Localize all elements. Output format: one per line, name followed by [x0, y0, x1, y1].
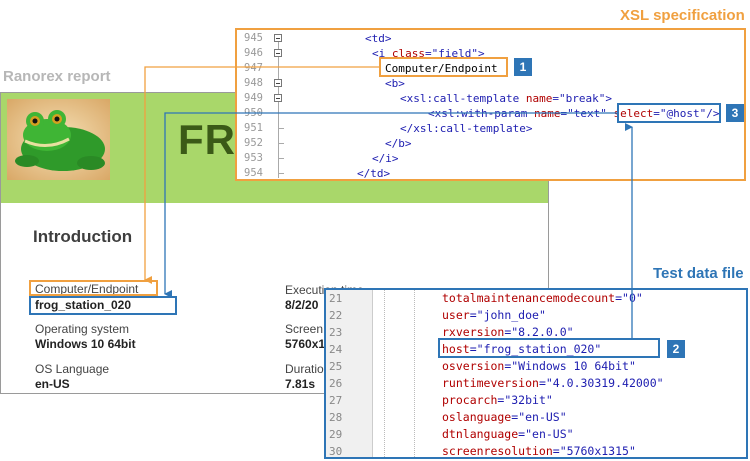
line-number: 954: [244, 167, 263, 179]
fold-end-tick: [278, 173, 284, 174]
operating-system-label: Operating system: [35, 322, 130, 336]
badge-2: 2: [667, 340, 685, 358]
testdata-host-highlight: [438, 338, 660, 358]
code-line-948: <b>: [385, 77, 405, 90]
fold-toggle-icon[interactable]: [274, 49, 282, 57]
data-line: procarch="32bit": [442, 393, 553, 407]
code-line-951: </xsl:call-template>: [400, 122, 533, 135]
os-language-label: OS Language: [35, 362, 110, 376]
line-number: 21: [329, 292, 343, 305]
line-number: 25: [329, 360, 343, 373]
data-line: oslanguage="en-US": [442, 410, 567, 424]
line-number: 946: [244, 47, 263, 59]
operating-system-value: Windows 10 64bit: [35, 337, 136, 351]
fold-toggle-icon[interactable]: [274, 34, 282, 42]
data-line: dtnlanguage="en-US": [442, 427, 574, 441]
code-line-945: <td>: [365, 32, 392, 45]
screen-value: 5760x1: [285, 337, 326, 351]
line-number: 953: [244, 152, 263, 164]
fold-end-tick: [278, 143, 284, 144]
line-number: 949: [244, 92, 263, 104]
badge-3: 3: [726, 104, 744, 122]
introduction-heading: Introduction: [33, 227, 133, 246]
code-line-952: </b>: [385, 137, 412, 150]
indent-guide: [384, 290, 385, 457]
data-line: totalmaintenancemodecount="0": [442, 291, 643, 305]
line-number: 950: [244, 107, 263, 119]
xsl-specification-title: XSL specification: [620, 7, 745, 24]
test-data-file-panel: 21 22 23 24 25 26 27 28 29 30 totalmaint…: [324, 288, 748, 459]
report-endpoint-label-highlight: [29, 280, 158, 296]
line-number: 24: [329, 343, 343, 356]
line-number: 29: [329, 428, 343, 441]
test-data-file-title: Test data file: [653, 265, 744, 282]
os-language-value: en-US: [35, 377, 70, 391]
line-number: 952: [244, 137, 263, 149]
indent-guide: [414, 290, 415, 457]
xsl-select-host-highlight: [617, 103, 721, 123]
data-line: runtimeversion="4.0.30319.42000": [442, 376, 664, 390]
fold-toggle-icon[interactable]: [274, 79, 282, 87]
line-number: 27: [329, 394, 343, 407]
execution-time-value: 8/2/20: [285, 298, 319, 312]
fold-end-tick: [278, 158, 284, 159]
data-line: user="john_doe": [442, 308, 546, 322]
line-number: 22: [329, 309, 343, 322]
line-number: 945: [244, 32, 263, 44]
frog-photo: [7, 99, 110, 180]
badge-1: 1: [514, 58, 532, 76]
duration-value: 7.81s: [285, 377, 316, 391]
screen-label: Screen: [285, 322, 324, 336]
data-line: osversion="Windows 10 64bit": [442, 359, 636, 373]
code-line-953: </i>: [372, 152, 399, 165]
line-number: 23: [329, 326, 343, 339]
fold-end-tick: [278, 128, 284, 129]
ranorex-report-title: Ranorex report: [3, 68, 111, 85]
data-line: screenresolution="5760x1315": [442, 444, 636, 458]
fold-toggle-icon[interactable]: [274, 94, 282, 102]
line-number: 947: [244, 62, 263, 74]
report-endpoint-value-highlight: [29, 296, 177, 315]
line-number: 951: [244, 122, 263, 134]
line-number: 28: [329, 411, 343, 424]
duration-label: Duratio: [285, 362, 324, 376]
line-number: 26: [329, 377, 343, 390]
code-line-949: <xsl:call-template name="break">: [400, 92, 612, 105]
line-number: 30: [329, 445, 343, 458]
fold-tree-line: [278, 38, 279, 178]
line-number: 948: [244, 77, 263, 89]
xsl-endpoint-highlight: [379, 57, 508, 77]
code-line-954: </td>: [357, 167, 391, 180]
